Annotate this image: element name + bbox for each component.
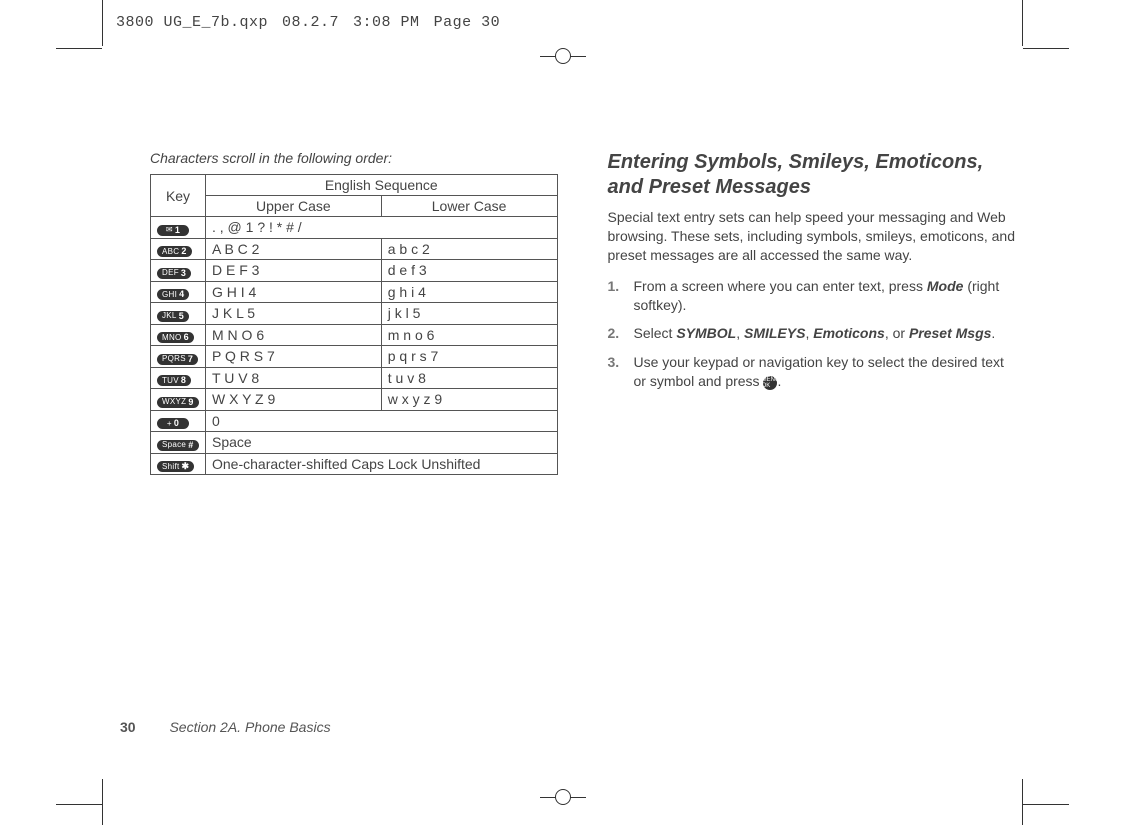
- lower-cell: m n o 6: [381, 324, 557, 346]
- table-row: Space# Space: [151, 432, 558, 454]
- step-number: 1.: [608, 277, 624, 315]
- step-text: From a screen where you can enter text, …: [634, 277, 1016, 315]
- upper-cell: P Q R S 7: [206, 346, 382, 368]
- keypad-key-icon: ✉1: [157, 225, 189, 236]
- keypad-key-icon: MNO6: [157, 332, 194, 343]
- upper-cell: T U V 8: [206, 367, 382, 389]
- table-row: Shift✱ One-character-shifted Caps Lock Un…: [151, 453, 558, 475]
- key-cell: GHI4: [151, 281, 206, 303]
- char-table: Key English Sequence Upper Case Lower Ca…: [150, 174, 558, 475]
- key-cell: PQRS7: [151, 346, 206, 368]
- menu-ok-icon: MENUOK: [763, 376, 777, 390]
- crop-mark: [1023, 804, 1069, 805]
- lower-cell: d e f 3: [381, 260, 557, 282]
- crop-mark: [56, 48, 102, 49]
- th-key: Key: [151, 175, 206, 217]
- keypad-key-icon: PQRS7: [157, 354, 198, 365]
- step-number: 2.: [608, 324, 624, 343]
- lower-cell: w x y z 9: [381, 389, 557, 411]
- key-cell: DEF3: [151, 260, 206, 282]
- table-row: MNO6 M N O 6m n o 6: [151, 324, 558, 346]
- crop-mark: [56, 804, 102, 805]
- step-text: Select SYMBOL, SMILEYS, Emoticons, or Pr…: [634, 324, 996, 343]
- keypad-key-icon: ABC2: [157, 246, 192, 257]
- upper-cell: M N O 6: [206, 324, 382, 346]
- step-2: 2. Select SYMBOL, SMILEYS, Emoticons, or…: [608, 324, 1016, 343]
- table-row: ✉1 . , @ 1 ? ! * # /: [151, 217, 558, 239]
- registration-mark-bottom: [540, 789, 586, 805]
- file-date: 08.2.7: [282, 14, 339, 31]
- registration-mark-top: [540, 48, 586, 64]
- step-number: 3.: [608, 353, 624, 391]
- right-column: Entering Symbols, Smileys, Emoticons, an…: [608, 150, 1016, 475]
- table-row: PQRS7 P Q R S 7p q r s 7: [151, 346, 558, 368]
- keypad-key-icon: DEF3: [157, 268, 191, 279]
- key-cell: JKL5: [151, 303, 206, 325]
- table-row: GHI4 G H I 4g h i 4: [151, 281, 558, 303]
- section-heading: Entering Symbols, Smileys, Emoticons, an…: [608, 150, 1016, 200]
- steps-list: 1. From a screen where you can enter tex…: [608, 277, 1016, 391]
- keypad-key-icon: Shift✱: [157, 461, 194, 472]
- key-cell: Space#: [151, 432, 206, 454]
- crop-mark: [1023, 48, 1069, 49]
- keypad-key-icon: Space#: [157, 440, 199, 451]
- table-row: ABC2 A B C 2a b c 2: [151, 238, 558, 260]
- intro-text: Characters scroll in the following order…: [150, 150, 558, 166]
- table-row: +0 0: [151, 410, 558, 432]
- key-cell: ✉1: [151, 217, 206, 239]
- lower-cell: j k l 5: [381, 303, 557, 325]
- table-row: JKL5 J K L 5j k l 5: [151, 303, 558, 325]
- seq-cell: Space: [206, 432, 558, 454]
- print-job-header: 3800 UG_E_7b.qxp 08.2.7 3:08 PM Page 30: [116, 14, 500, 31]
- step-text: Use your keypad or navigation key to sel…: [634, 353, 1016, 391]
- seq-cell: . , @ 1 ? ! * # /: [206, 217, 558, 239]
- th-upper: Upper Case: [206, 196, 382, 217]
- lower-cell: t u v 8: [381, 367, 557, 389]
- crop-mark: [1022, 779, 1023, 825]
- key-cell: ABC2: [151, 238, 206, 260]
- crop-mark: [1022, 0, 1023, 46]
- lower-cell: g h i 4: [381, 281, 557, 303]
- file-page: Page 30: [434, 14, 501, 31]
- key-cell: Shift✱: [151, 453, 206, 475]
- document-page: 3800 UG_E_7b.qxp 08.2.7 3:08 PM Page 30 …: [0, 0, 1125, 825]
- upper-cell: G H I 4: [206, 281, 382, 303]
- table-row: DEF3 D E F 3d e f 3: [151, 260, 558, 282]
- file-time: 3:08 PM: [353, 14, 420, 31]
- seq-cell: 0: [206, 410, 558, 432]
- upper-cell: W X Y Z 9: [206, 389, 382, 411]
- upper-cell: D E F 3: [206, 260, 382, 282]
- th-lower: Lower Case: [381, 196, 557, 217]
- content-area: Characters scroll in the following order…: [150, 150, 1015, 475]
- key-cell: MNO6: [151, 324, 206, 346]
- keypad-key-icon: WXYZ9: [157, 397, 199, 408]
- lower-cell: a b c 2: [381, 238, 557, 260]
- upper-cell: A B C 2: [206, 238, 382, 260]
- keypad-key-icon: TUV8: [157, 375, 191, 386]
- footer-section: Section 2A. Phone Basics: [169, 719, 330, 735]
- lower-cell: p q r s 7: [381, 346, 557, 368]
- key-cell: WXYZ9: [151, 389, 206, 411]
- seq-cell: One-character-shifted Caps Lock Unshifte…: [206, 453, 558, 475]
- crop-mark: [102, 779, 103, 825]
- table-row: WXYZ9 W X Y Z 9w x y z 9: [151, 389, 558, 411]
- keypad-key-icon: JKL5: [157, 311, 189, 322]
- crop-mark: [102, 0, 103, 46]
- file-name: 3800 UG_E_7b.qxp: [116, 14, 268, 31]
- step-3: 3. Use your keypad or navigation key to …: [608, 353, 1016, 391]
- page-footer: 30 Section 2A. Phone Basics: [120, 719, 331, 735]
- table-row: TUV8 T U V 8t u v 8: [151, 367, 558, 389]
- key-cell: +0: [151, 410, 206, 432]
- upper-cell: J K L 5: [206, 303, 382, 325]
- keypad-key-icon: GHI4: [157, 289, 189, 300]
- step-1: 1. From a screen where you can enter tex…: [608, 277, 1016, 315]
- footer-page-number: 30: [120, 719, 136, 735]
- left-column: Characters scroll in the following order…: [150, 150, 558, 475]
- intro-paragraph: Special text entry sets can help speed y…: [608, 208, 1016, 265]
- th-eng: English Sequence: [206, 175, 558, 196]
- key-cell: TUV8: [151, 367, 206, 389]
- keypad-key-icon: +0: [157, 418, 189, 429]
